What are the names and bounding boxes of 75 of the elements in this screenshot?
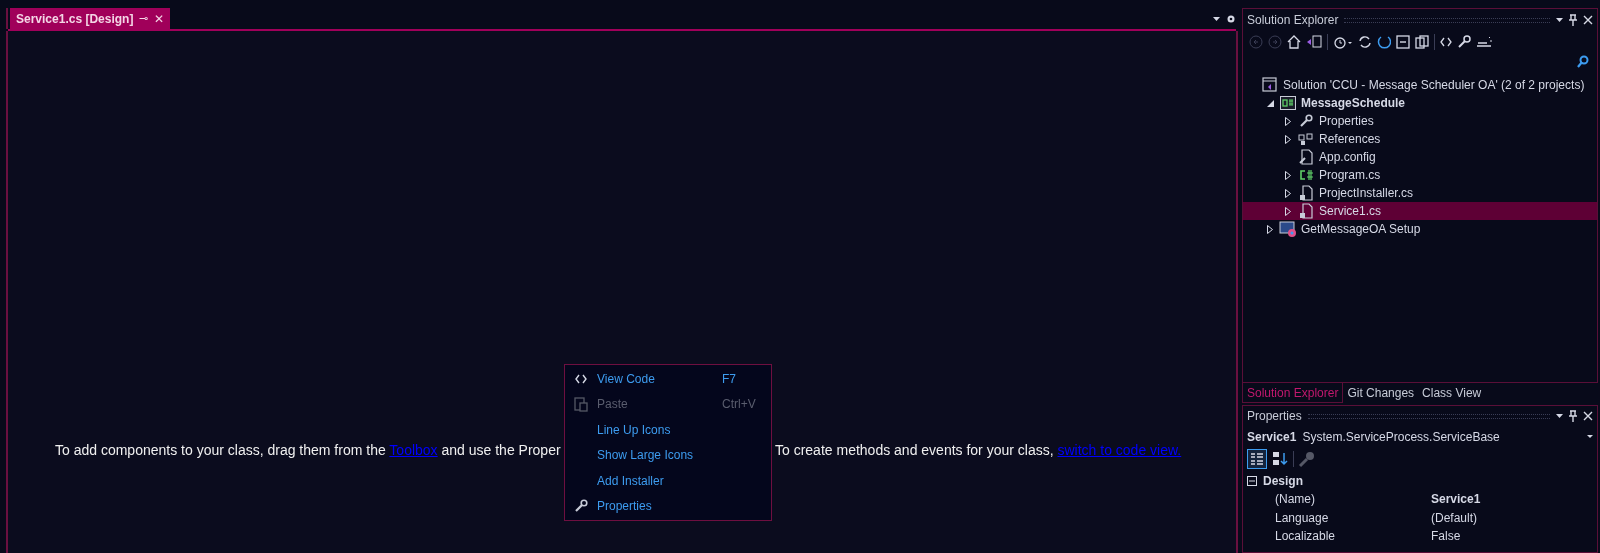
solution-icon	[1262, 77, 1278, 93]
tree-item[interactable]: Service1.cs	[1243, 202, 1597, 220]
close-icon[interactable]: ✕	[154, 9, 165, 28]
collapsed-icon[interactable]	[1267, 224, 1273, 234]
close-icon[interactable]	[1583, 411, 1593, 421]
search-icon[interactable]	[1577, 55, 1589, 68]
dropdown-icon[interactable]	[1587, 435, 1593, 438]
object-selector[interactable]: Service1 System.ServiceProcess.ServiceBase	[1243, 426, 1597, 447]
sort-alphabetical-icon[interactable]	[1271, 450, 1289, 468]
designer-file-icon	[1299, 203, 1313, 219]
dropdown-icon[interactable]	[1556, 414, 1563, 418]
collapsed-icon[interactable]	[1285, 206, 1291, 216]
menu-item[interactable]: Show Large Icons	[565, 442, 771, 468]
wrench-icon	[574, 499, 588, 514]
panel-title: Properties	[1247, 408, 1302, 425]
setup-project-icon	[1279, 221, 1297, 237]
collapsed-icon[interactable]	[1285, 116, 1291, 126]
tree-item[interactable]: Solution 'CCU - Message Scheduler OA' (2 of 2 projects)	[1243, 76, 1597, 94]
gear-icon[interactable]	[1226, 14, 1236, 24]
tree-item[interactable]: MessageSchedule	[1243, 94, 1597, 112]
clipboard-icon	[574, 396, 588, 413]
collapsed-icon[interactable]	[1285, 170, 1291, 180]
menu-item[interactable]: Add Installer	[565, 468, 771, 494]
code-icon	[575, 373, 587, 384]
tree-item[interactable]: App.config	[1243, 148, 1597, 166]
panel-title: Solution Explorer	[1247, 12, 1339, 29]
tool-window-tab[interactable]: Git Changes	[1343, 383, 1419, 403]
csharp-file-icon	[1298, 169, 1314, 181]
home-icon[interactable]	[1287, 35, 1301, 49]
pin-icon[interactable]	[1569, 410, 1577, 422]
document-tab[interactable]: Service1.cs [Design] ⊸ ✕	[10, 8, 171, 29]
history-icon[interactable]	[1333, 35, 1353, 49]
dropdown-icon[interactable]	[1556, 18, 1563, 22]
property-name: Localizable	[1275, 528, 1337, 546]
expanded-icon[interactable]	[1266, 99, 1274, 107]
tree-item[interactable]: References	[1243, 130, 1597, 148]
close-icon[interactable]	[1583, 15, 1593, 25]
property-value[interactable]: Service1	[1431, 490, 1481, 509]
grip-pattern[interactable]	[1344, 17, 1550, 23]
menu-item[interactable]: Properties	[565, 493, 771, 519]
category-label: Design	[1263, 472, 1303, 490]
tree-item[interactable]: GetMessageOA Setup	[1243, 220, 1597, 238]
collapsed-icon[interactable]	[1285, 188, 1291, 198]
designer-hint: To add components to your class, drag them from the Toolbox and use the Proper	[55, 441, 561, 460]
property-value[interactable]: False	[1431, 527, 1461, 546]
collapse-all-icon[interactable]	[1396, 35, 1410, 49]
menu-item[interactable]: Line Up Icons	[565, 417, 771, 443]
property-name: Language	[1275, 509, 1330, 527]
collapsed-icon[interactable]	[1285, 134, 1291, 144]
grip-pattern[interactable]	[1307, 413, 1550, 419]
property-value[interactable]: (Default)	[1431, 508, 1477, 527]
wrench-icon[interactable]	[1457, 35, 1471, 49]
collapse-icon[interactable]	[1247, 475, 1257, 486]
designer-file-icon	[1299, 185, 1313, 201]
copy-icon[interactable]	[1415, 35, 1429, 49]
references-icon	[1298, 132, 1314, 146]
tool-window-tab[interactable]: Class View	[1418, 383, 1486, 403]
pin-icon[interactable]	[1569, 14, 1577, 26]
dropdown-icon[interactable]	[1213, 17, 1220, 21]
code-icon[interactable]	[1440, 37, 1452, 47]
tree-item[interactable]: ProjectInstaller.cs	[1243, 184, 1597, 202]
refresh-icon[interactable]	[1377, 35, 1391, 49]
property-name: (Name)	[1275, 491, 1316, 509]
sync-icon[interactable]	[1358, 35, 1372, 49]
designer-hint: To create methods and events for your class, switch to code view.	[775, 441, 1182, 460]
switch-views-icon[interactable]	[1306, 35, 1322, 49]
tree-item[interactable]: Properties	[1243, 112, 1597, 130]
csharp-project-icon	[1280, 96, 1296, 110]
key-icon[interactable]	[1298, 450, 1316, 468]
wrench-icon	[1299, 114, 1313, 128]
tree-item[interactable]: Program.cs	[1243, 166, 1597, 184]
config-file-icon	[1299, 149, 1313, 165]
menu-item[interactable]: View Code F7	[565, 366, 771, 392]
categorized-icon[interactable]	[1247, 449, 1267, 469]
pin-icon[interactable]: ⊸	[139, 10, 149, 27]
